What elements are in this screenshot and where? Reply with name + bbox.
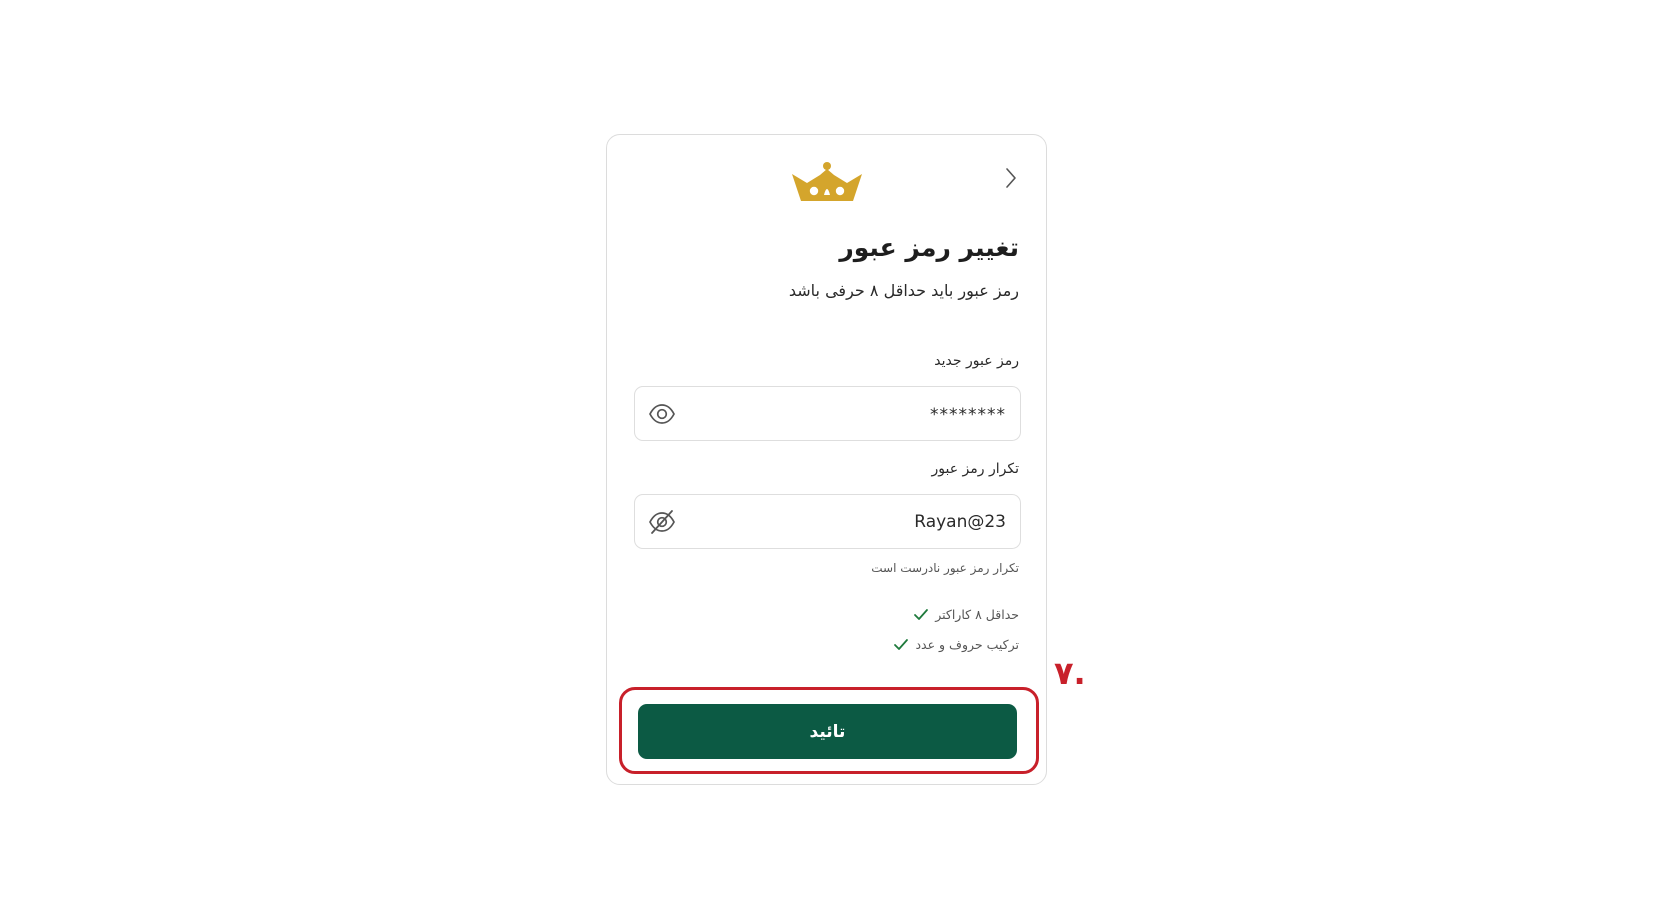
repeat-password-field — [634, 494, 1021, 549]
chevron-right-icon — [1006, 168, 1016, 188]
repeat-password-input[interactable] — [689, 495, 1006, 548]
page-title: تغییر رمز عبور — [839, 233, 1019, 262]
new-password-field — [634, 386, 1021, 441]
change-password-card: تغییر رمز عبور رمز عبور باید حداقل ۸ حرف… — [606, 134, 1047, 785]
eye-icon[interactable] — [647, 400, 677, 428]
new-password-label: رمز عبور جدید — [934, 353, 1019, 369]
check-icon — [893, 638, 909, 652]
check-icon — [913, 608, 929, 622]
page-subtitle: رمز عبور باید حداقل ۸ حرفی باشد — [788, 281, 1019, 300]
requirement-label: حداقل ۸ کاراکتر — [935, 607, 1019, 622]
requirement-min-length: حداقل ۸ کاراکتر — [913, 607, 1019, 622]
back-button[interactable] — [996, 163, 1026, 193]
requirement-letters-digits: ترکیب حروف و عدد — [893, 637, 1019, 652]
submit-button[interactable]: تائید — [638, 704, 1017, 759]
repeat-password-label: تکرار رمز عبور — [931, 461, 1019, 477]
password-mismatch-error: تکرار رمز عبور نادرست است — [871, 561, 1019, 575]
step-marker: ۷. — [1054, 654, 1086, 692]
requirement-label: ترکیب حروف و عدد — [915, 637, 1019, 652]
eye-off-icon[interactable] — [647, 508, 677, 536]
new-password-input[interactable] — [689, 387, 1006, 440]
crown-logo — [792, 162, 862, 201]
